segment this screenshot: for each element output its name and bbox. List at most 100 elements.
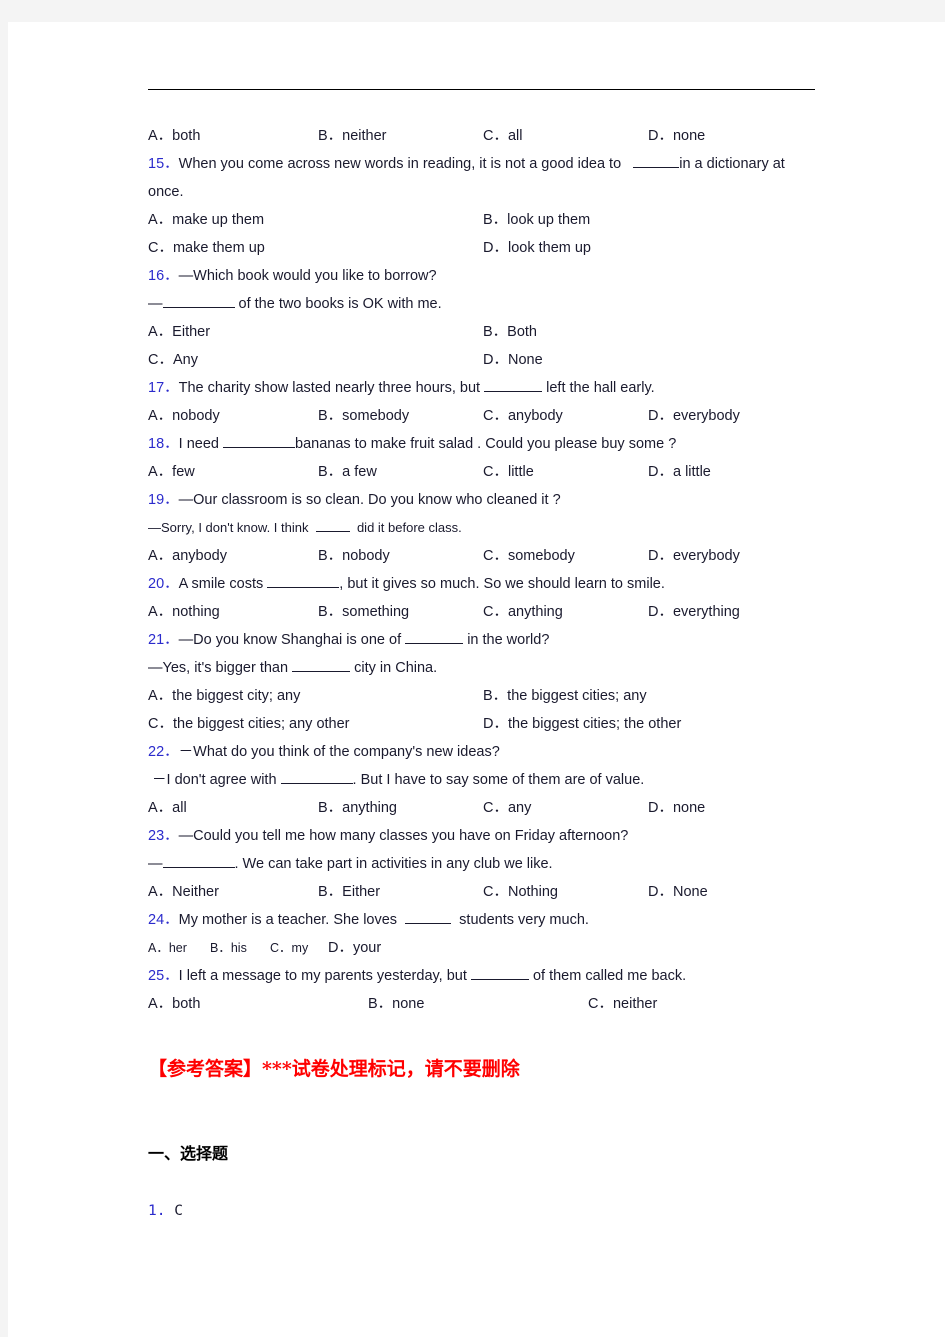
question-text-16: —Which book would you like to borrow? — [178, 268, 437, 284]
question-text-20: A smile costs — [178, 576, 264, 592]
option-d[interactable]: D．None — [648, 878, 708, 906]
option-a[interactable]: A．nothing — [148, 598, 220, 626]
question-stem-15-line2: once. — [148, 178, 838, 206]
option-a[interactable]: A．all — [148, 794, 187, 822]
option-b[interactable]: B．look up them — [483, 206, 590, 234]
answer-blank[interactable] — [223, 447, 295, 448]
option-d[interactable]: D．your — [328, 934, 381, 962]
option-a[interactable]: A．nobody — [148, 402, 220, 430]
question-text-19-cont: did it before class. — [356, 520, 462, 535]
option-a[interactable]: A．Neither — [148, 878, 219, 906]
answer-blank[interactable] — [280, 783, 353, 784]
question-text-15: When you come across new words in readin… — [178, 156, 622, 172]
question-number-22: 22． — [148, 744, 179, 760]
option-b[interactable]: B．neither — [318, 122, 387, 150]
option-b[interactable]: B．Both — [483, 318, 537, 346]
option-row: A．few B．a few C．little D．a little — [148, 458, 838, 486]
option-a[interactable]: A．few — [148, 458, 195, 486]
question-text-24-cont: students very much. — [459, 912, 589, 928]
answer-blank[interactable] — [315, 531, 350, 532]
question-stem-15: 15．When you come across new words in rea… — [148, 150, 838, 178]
option-d[interactable]: D．the biggest cities; the other — [483, 710, 681, 738]
question-text-24: My mother is a teacher. She loves — [178, 912, 398, 928]
question-text-25-cont: of them called me back. — [532, 968, 687, 984]
answer-number: 1. — [148, 1203, 166, 1219]
question-stem-21: 21．—Do you know Shanghai is one of in th… — [148, 626, 838, 654]
option-row: A．anybody B．nobody C．somebody D．everybod… — [148, 542, 838, 570]
option-row: C．Any D．None — [148, 346, 838, 374]
option-a[interactable]: A．both — [148, 122, 200, 150]
answer-blank[interactable] — [484, 391, 543, 392]
option-row: C．the biggest cities; any other D．the bi… — [148, 710, 838, 738]
option-d[interactable]: D．None — [483, 346, 543, 374]
option-a[interactable]: A．Either — [148, 318, 210, 346]
question-text-21-reply: —Yes, it's bigger than — [148, 660, 289, 676]
option-b[interactable]: B．nobody — [318, 542, 390, 570]
option-d[interactable]: D．none — [648, 794, 705, 822]
answer-blank[interactable] — [292, 671, 351, 672]
question-text-25: I left a message to my parents yesterday… — [178, 968, 467, 984]
question-text-15-end: once. — [148, 184, 184, 200]
option-c[interactable]: C．little — [483, 458, 534, 486]
question-stem-23: 23．—Could you tell me how many classes y… — [148, 822, 838, 850]
option-a[interactable]: A．her — [148, 934, 187, 962]
question-text-19: —Our classroom is so clean. Do you know … — [178, 492, 561, 508]
question-text-17-cont: left the hall early. — [546, 380, 655, 396]
option-b[interactable]: B．his — [210, 934, 247, 962]
option-b[interactable]: B．Either — [318, 878, 380, 906]
option-c[interactable]: C．anything — [483, 598, 563, 626]
option-c[interactable]: C．anybody — [483, 402, 563, 430]
answer-blank[interactable] — [470, 979, 529, 980]
answer-blank[interactable] — [405, 643, 464, 644]
option-row: A．all B．anything C．any D．none — [148, 794, 838, 822]
option-c[interactable]: C．my — [270, 934, 308, 962]
answer-blank[interactable] — [405, 923, 452, 924]
option-b[interactable]: B．the biggest cities; any — [483, 682, 647, 710]
answer-blank[interactable] — [162, 307, 235, 308]
question-text-18-cont: bananas to make fruit salad . Could you … — [295, 436, 677, 452]
question-number-24: 24． — [148, 912, 179, 928]
option-row: A．both B．neither C．all D．none — [148, 122, 838, 150]
answer-blank[interactable] — [267, 587, 340, 588]
option-c[interactable]: C．somebody — [483, 542, 575, 570]
question-number-20: 20． — [148, 576, 179, 592]
option-a[interactable]: A．make up them — [148, 206, 264, 234]
option-c[interactable]: C．any — [483, 794, 531, 822]
question-text-21: —Do you know Shanghai is one of — [178, 632, 402, 648]
option-c[interactable]: C．Any — [148, 346, 198, 374]
option-c[interactable]: C．the biggest cities; any other — [148, 710, 350, 738]
option-c[interactable]: C．all — [483, 122, 522, 150]
question-number-15: 15． — [148, 156, 179, 172]
question-stem-21-line2: —Yes, it's bigger than city in China. — [148, 654, 838, 682]
question-text-21-cont: in the world? — [467, 632, 550, 648]
option-b[interactable]: B．something — [318, 598, 409, 626]
option-d[interactable]: D．everything — [648, 598, 740, 626]
section-heading-multiple-choice: 一、选择题 — [148, 1144, 229, 1163]
option-b[interactable]: B．a few — [318, 458, 377, 486]
option-b[interactable]: B．anything — [318, 794, 397, 822]
option-d[interactable]: D．none — [648, 122, 705, 150]
question-text-18: I need — [178, 436, 219, 452]
option-d[interactable]: D．everybody — [648, 402, 740, 430]
dash-prefix: — — [148, 296, 163, 312]
header-divider-rule — [148, 89, 815, 90]
option-b[interactable]: B．somebody — [318, 402, 409, 430]
question-number-23: 23． — [148, 828, 179, 844]
option-a[interactable]: A．anybody — [148, 542, 227, 570]
question-stem-24: 24．My mother is a teacher. She loves stu… — [148, 906, 838, 934]
option-c[interactable]: C．Nothing — [483, 878, 558, 906]
answer-blank[interactable] — [162, 867, 235, 868]
option-c[interactable]: C．neither — [588, 990, 657, 1018]
option-a[interactable]: A．the biggest city; any — [148, 682, 300, 710]
option-b[interactable]: B．none — [368, 990, 424, 1018]
option-d[interactable]: D．everybody — [648, 542, 740, 570]
option-a[interactable]: A．both — [148, 990, 200, 1018]
option-d[interactable]: D．look them up — [483, 234, 591, 262]
answer-value: C — [174, 1203, 183, 1219]
option-d[interactable]: D．a little — [648, 458, 711, 486]
option-c[interactable]: C．make them up — [148, 234, 265, 262]
question-stem-17: 17．The charity show lasted nearly three … — [148, 374, 838, 402]
question-stem-18: 18．I need bananas to make fruit salad . … — [148, 430, 838, 458]
option-row: A．the biggest city; any B．the biggest ci… — [148, 682, 838, 710]
answer-blank[interactable] — [633, 167, 680, 168]
